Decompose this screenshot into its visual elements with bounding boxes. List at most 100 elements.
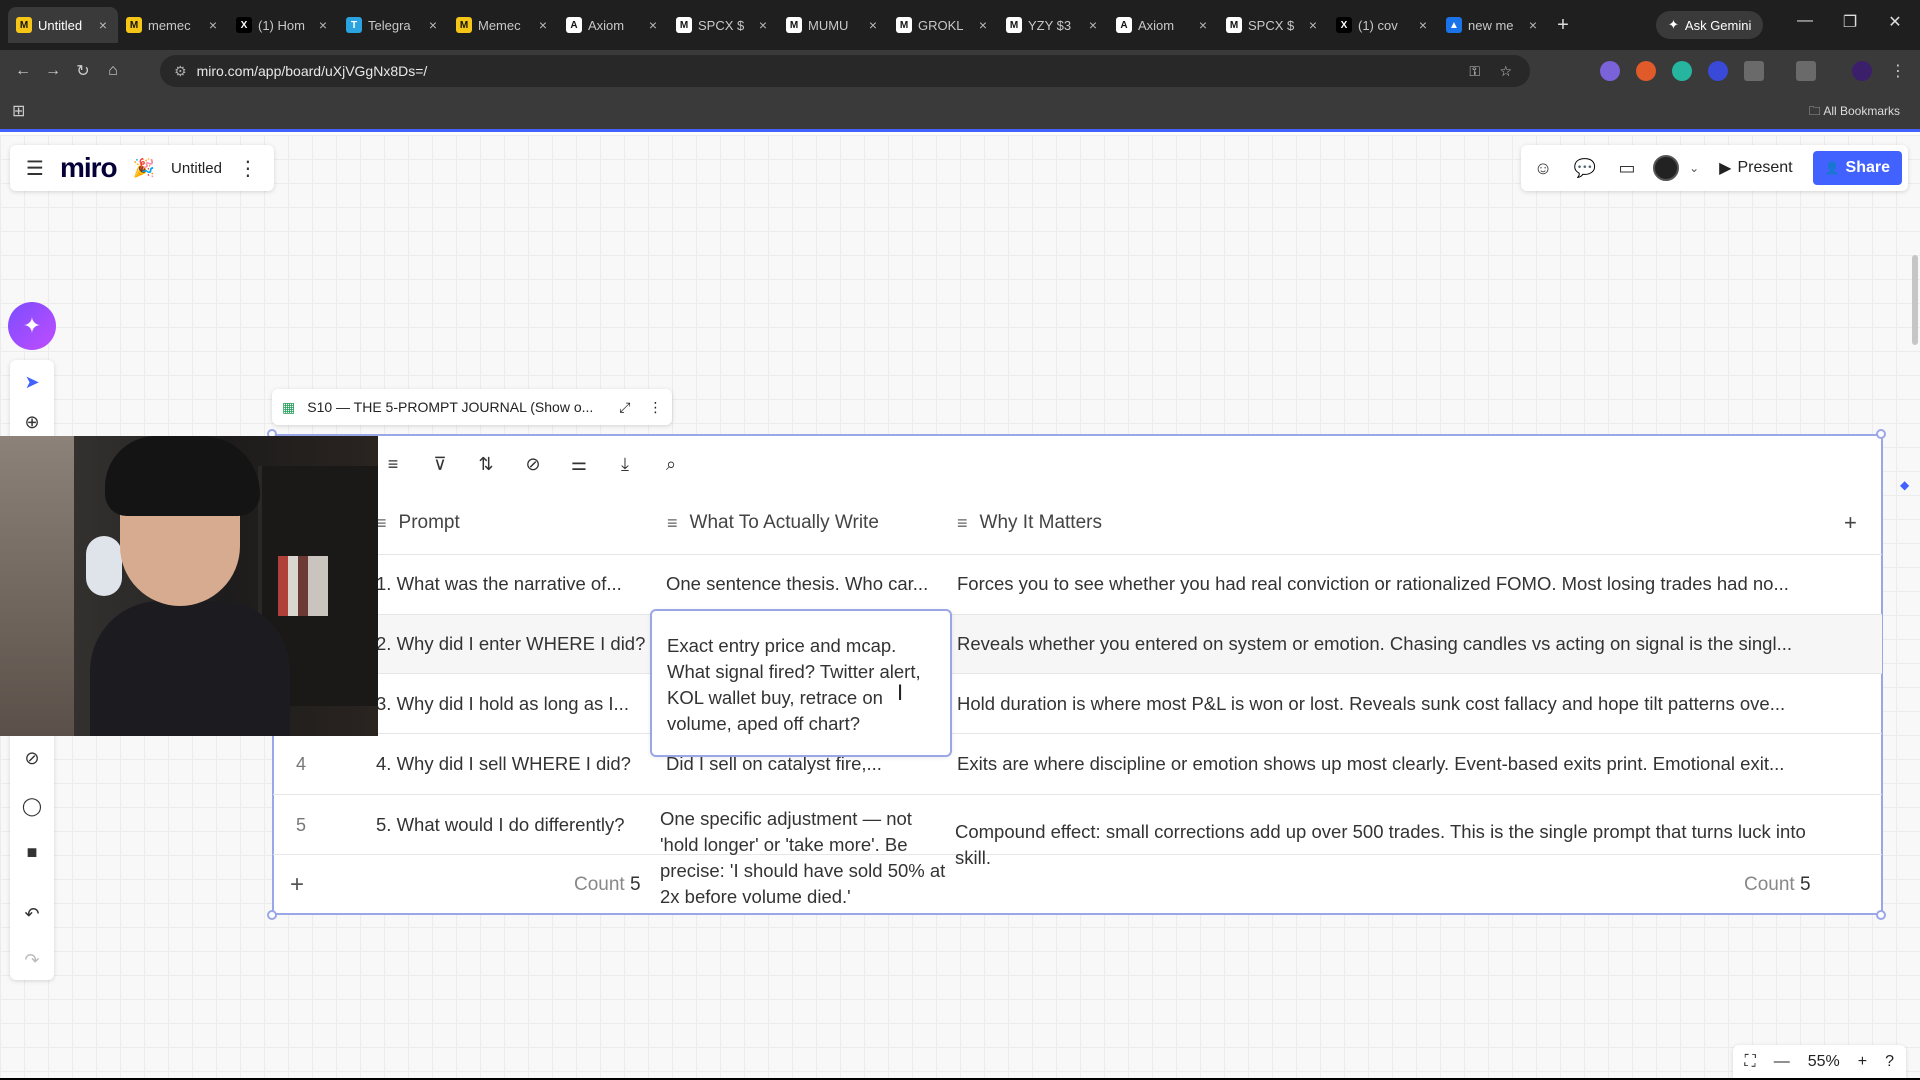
search-icon[interactable]: ⌕ (659, 454, 683, 475)
connection-dot-icon[interactable]: ◆ (1900, 478, 1909, 492)
new-tab-icon[interactable]: + (1548, 14, 1578, 37)
ask-gemini-button[interactable]: ✦ Ask Gemini (1656, 11, 1764, 39)
zoom-in-icon[interactable]: + (1858, 1053, 1867, 1071)
apps-grid-icon[interactable]: ⊞ (12, 101, 25, 121)
column-header-prompt[interactable]: ≡ Prompt (376, 512, 460, 534)
browser-tab[interactable]: M Untitled × (8, 7, 118, 43)
ai-assist-icon[interactable]: ✦ (8, 302, 56, 350)
tab-close-icon[interactable]: × (976, 17, 990, 33)
browser-tab[interactable]: M MUMU × (778, 7, 888, 43)
browser-tab[interactable]: M GROKL × (888, 7, 998, 43)
resize-handle[interactable] (267, 910, 277, 920)
browser-tab[interactable]: M Memec × (448, 7, 558, 43)
browser-tab[interactable]: M YZY $3 × (998, 7, 1108, 43)
tab-close-icon[interactable]: × (1196, 17, 1210, 33)
table-cell-why[interactable]: Reveals whether you entered on system or… (957, 633, 1877, 655)
forward-icon[interactable]: → (38, 62, 68, 80)
browser-tab[interactable]: X (1) Hom × (228, 7, 338, 43)
table-cell-prompt[interactable]: 4. Why did I sell WHERE I did? (376, 753, 648, 775)
reload-icon[interactable]: ↻ (68, 61, 98, 81)
table-cell-why[interactable]: Hold duration is where most P&L is won o… (957, 693, 1877, 715)
browser-tab[interactable]: Mmemec × (118, 7, 228, 43)
table-cell-prompt[interactable]: 5. What would I do differently? (376, 814, 648, 836)
settings-sliders-icon[interactable]: ⚌ (567, 454, 591, 475)
table-cell-prompt[interactable]: 1. What was the narrative of... (376, 573, 648, 595)
tab-close-icon[interactable]: × (1306, 17, 1320, 33)
fit-frame-icon[interactable]: ⛶ (1745, 1053, 1756, 1071)
prompt-count-summary[interactable]: Count 5 (574, 874, 641, 896)
sort-icon[interactable]: ⇅ (474, 454, 498, 475)
tab-close-icon[interactable]: × (1086, 17, 1100, 33)
avatar[interactable] (1653, 155, 1680, 181)
zoom-level[interactable]: 55% (1808, 1053, 1840, 1071)
filter-icon[interactable]: ⊽ (428, 454, 452, 475)
profile-avatar-icon[interactable] (1852, 61, 1872, 81)
browser-tab[interactable]: T Telegra × (338, 7, 448, 43)
table-cell-prompt[interactable]: 2. Why did I enter WHERE I did? (376, 633, 648, 655)
table-options-icon[interactable]: ⋮ (648, 399, 662, 416)
diagram-icon[interactable]: ⊘ (10, 748, 54, 769)
zoom-out-icon[interactable]: — (1774, 1053, 1790, 1071)
board-options-icon[interactable]: ⋮ (238, 156, 258, 181)
browser-tab[interactable]: A Axiom × (558, 7, 668, 43)
comment-icon[interactable]: ◯ (10, 796, 54, 817)
browser-tab[interactable]: X (1) cov × (1328, 7, 1438, 43)
all-bookmarks[interactable]: 🗀 All Bookmarks (1809, 102, 1900, 123)
password-key-icon[interactable]: ⚿ (1469, 63, 1480, 80)
redo-icon[interactable]: ↷ (10, 950, 54, 971)
extensions-puzzle-icon[interactable] (1744, 61, 1764, 81)
browser-tab[interactable]: ▲ new me × (1438, 7, 1548, 43)
browser-tab[interactable]: A Axiom × (1108, 7, 1218, 43)
browser-tab[interactable]: M SPCX $ × (1218, 7, 1328, 43)
vertical-scrollbar[interactable] (1912, 255, 1918, 345)
extension-icon[interactable] (1708, 61, 1728, 81)
templates-icon[interactable]: ⊕ (10, 412, 54, 433)
editing-cell[interactable]: Exact entry price and mcap. What signal … (650, 609, 952, 757)
site-info-icon[interactable]: ⚙ (174, 63, 187, 80)
table-cell-write[interactable]: One specific adjustment — not 'hold long… (660, 806, 950, 910)
group-icon[interactable]: ≡ (381, 454, 405, 475)
video-call-icon[interactable]: ▭ (1611, 158, 1643, 179)
extension-icon[interactable] (1672, 61, 1692, 81)
url-field[interactable]: ⚙ miro.com/app/board/uXjVGgNx8Ds=/ ⚿ ☆ (160, 55, 1530, 87)
column-header-why[interactable]: ≡ Why It Matters (957, 512, 1102, 534)
restore-icon[interactable]: ❐ (1835, 12, 1865, 32)
table-cell-why[interactable]: Compound effect: small corrections add u… (955, 819, 1835, 871)
bookmark-star-icon[interactable]: ☆ (1499, 63, 1512, 80)
undo-icon[interactable]: ↶ (10, 904, 54, 925)
extension-icon[interactable] (1636, 61, 1656, 81)
add-row-icon[interactable]: + (290, 871, 304, 899)
tab-close-icon[interactable]: × (536, 17, 550, 33)
minimize-icon[interactable]: — (1790, 12, 1820, 30)
main-menu-icon[interactable]: ☰ (26, 156, 44, 181)
miro-logo[interactable]: miro (60, 152, 118, 184)
party-icon[interactable]: 🎉 (133, 158, 155, 179)
present-button[interactable]: ▶ Present (1709, 152, 1802, 184)
extension-icon[interactable] (1600, 61, 1620, 81)
browser-menu-icon[interactable]: ⋮ (1888, 61, 1908, 81)
tab-close-icon[interactable]: × (646, 17, 660, 33)
help-icon[interactable]: ? (1885, 1053, 1894, 1071)
add-more-icon[interactable]: ■ (10, 842, 54, 863)
table-title-bar[interactable]: ▦ S10 — THE 5-PROMPT JOURNAL (Show o... … (272, 389, 673, 425)
tab-close-icon[interactable]: × (316, 17, 330, 33)
tab-close-icon[interactable]: × (1526, 17, 1540, 33)
tab-close-icon[interactable]: × (426, 17, 440, 33)
close-window-icon[interactable]: ✕ (1880, 12, 1910, 32)
tab-close-icon[interactable]: × (206, 17, 220, 33)
tab-close-icon[interactable]: × (1416, 17, 1430, 33)
comments-icon[interactable]: 💬 (1569, 158, 1601, 179)
tab-close-icon[interactable]: × (96, 17, 110, 33)
expand-icon[interactable]: ⤢ (619, 399, 630, 416)
why-count-summary[interactable]: Count 5 (1744, 874, 1811, 896)
column-header-write[interactable]: ≡ What To Actually Write (667, 512, 879, 534)
chevron-down-icon[interactable]: ⌄ (1689, 161, 1699, 175)
reactions-icon[interactable]: ☺ (1527, 158, 1559, 179)
tab-close-icon[interactable]: × (756, 17, 770, 33)
table-cell-why[interactable]: Forces you to see whether you had real c… (957, 573, 1877, 595)
add-column-icon[interactable]: + (1844, 510, 1857, 536)
back-icon[interactable]: ← (8, 62, 38, 80)
download-icon[interactable]: ⤓ (613, 454, 637, 475)
resize-handle[interactable] (1876, 910, 1886, 920)
browser-tab[interactable]: M SPCX $ × (668, 7, 778, 43)
